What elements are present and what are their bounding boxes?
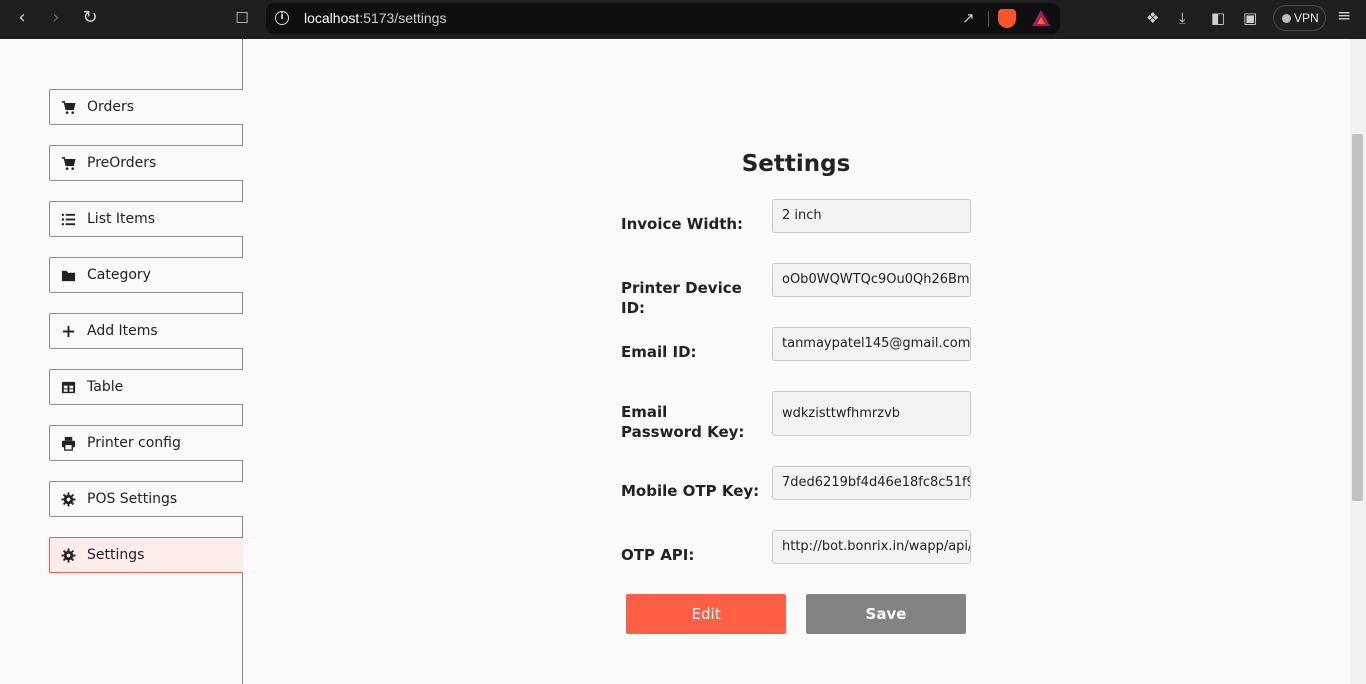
sidebar-item-label: Printer config	[87, 435, 181, 451]
otp-api-label: OTP API:	[621, 546, 695, 564]
gear-icon	[61, 548, 76, 563]
sidebar-item-preorders[interactable]: PreOrders	[49, 145, 243, 181]
bookmark-icon[interactable]: ☐	[230, 6, 254, 30]
sidebar-item-label: Settings	[87, 547, 145, 563]
vpn-button[interactable]: VPN	[1273, 5, 1326, 31]
cart-icon	[61, 156, 76, 171]
url-text[interactable]: localhost:5173/settings	[304, 10, 446, 26]
email-id-input[interactable]: tanmaypatel145@gmail.com	[772, 327, 971, 361]
settings-page: Settings Invoice Width: 2 inch Printer D…	[244, 39, 1350, 684]
forward-icon[interactable]: ›	[44, 6, 68, 30]
vpn-status-icon	[1282, 14, 1291, 23]
sidebar-item-label: PreOrders	[87, 155, 157, 171]
browser-toolbar: ‹ › ↻ ☐ i localhost:5173/settings ↗ ❖ ⤓ …	[0, 0, 1366, 39]
scrollbar-thumb[interactable]	[1352, 134, 1363, 501]
save-button[interactable]: Save	[806, 594, 966, 634]
sidebar-item-add-items[interactable]: Add Items	[49, 313, 243, 349]
sidebar-item-label: Orders	[87, 99, 135, 115]
cart-icon	[61, 100, 76, 115]
printer-icon	[61, 436, 76, 451]
sidebar-toggle-icon[interactable]: ◧	[1211, 8, 1225, 28]
wallet-icon[interactable]: ▣	[1243, 8, 1257, 28]
url-path: :5173/settings	[359, 10, 447, 26]
invoice-width-input[interactable]: 2 inch	[772, 199, 971, 233]
sidebar-item-pos-settings[interactable]: POS Settings	[49, 481, 243, 517]
otp-api-input[interactable]: http://bot.bonrix.in/wapp/api/s	[772, 530, 971, 564]
site-info-icon[interactable]: i	[275, 11, 289, 25]
address-bar[interactable]: i localhost:5173/settings ↗	[266, 3, 1060, 34]
list-icon	[61, 212, 76, 227]
email-password-key-label: Email Password Key:	[621, 403, 745, 441]
sidebar-item-label: Table	[87, 379, 124, 395]
sidebar-item-label: Add Items	[87, 323, 158, 339]
printer-device-id-label: Printer Device ID:	[621, 279, 742, 317]
email-password-key-input[interactable]: wdkzisttwfhmrzvb	[772, 391, 971, 436]
url-host: localhost	[304, 10, 360, 26]
mobile-otp-key-input[interactable]: 7ded6219bf4d46e18fc8c51f9fe	[772, 466, 971, 500]
sidebar-item-printer-config[interactable]: Printer config	[49, 425, 243, 461]
menu-icon[interactable]: ≡	[1337, 6, 1351, 26]
email-id-label: Email ID:	[621, 343, 697, 361]
sidebar-item-label: POS Settings	[87, 491, 178, 507]
table-icon	[61, 380, 76, 395]
sidebar-item-list-items[interactable]: List Items	[49, 201, 243, 237]
folder-icon	[61, 268, 76, 283]
brave-shields-icon[interactable]	[998, 9, 1016, 28]
back-icon[interactable]: ‹	[10, 6, 34, 30]
share-icon[interactable]: ↗	[962, 9, 975, 27]
reload-icon[interactable]: ↻	[78, 6, 102, 30]
printer-device-id-input[interactable]: oOb0WQWTQc9Ou0Qh26Bm	[772, 263, 971, 297]
plus-icon	[61, 324, 76, 339]
gear-icon	[61, 492, 76, 507]
page-title: Settings	[741, 151, 851, 177]
sidebar-item-category[interactable]: Category	[49, 257, 243, 293]
edit-button[interactable]: Edit	[626, 594, 786, 634]
vpn-label: VPN	[1294, 11, 1319, 25]
extensions-icon[interactable]: ❖	[1146, 8, 1159, 28]
sidebar: Orders PreOrders List Items Category Add…	[0, 39, 243, 684]
sidebar-item-settings[interactable]: Settings	[49, 537, 243, 573]
download-icon[interactable]: ⤓	[1179, 8, 1186, 28]
divider	[988, 11, 989, 27]
sidebar-item-orders[interactable]: Orders	[49, 89, 243, 125]
sidebar-item-table[interactable]: Table	[49, 369, 243, 405]
brave-rewards-icon[interactable]	[1032, 10, 1050, 26]
mobile-otp-key-label: Mobile OTP Key:	[621, 482, 760, 500]
invoice-width-label: Invoice Width:	[621, 215, 744, 233]
sidebar-item-label: Category	[87, 267, 151, 283]
sidebar-item-label: List Items	[87, 211, 156, 227]
